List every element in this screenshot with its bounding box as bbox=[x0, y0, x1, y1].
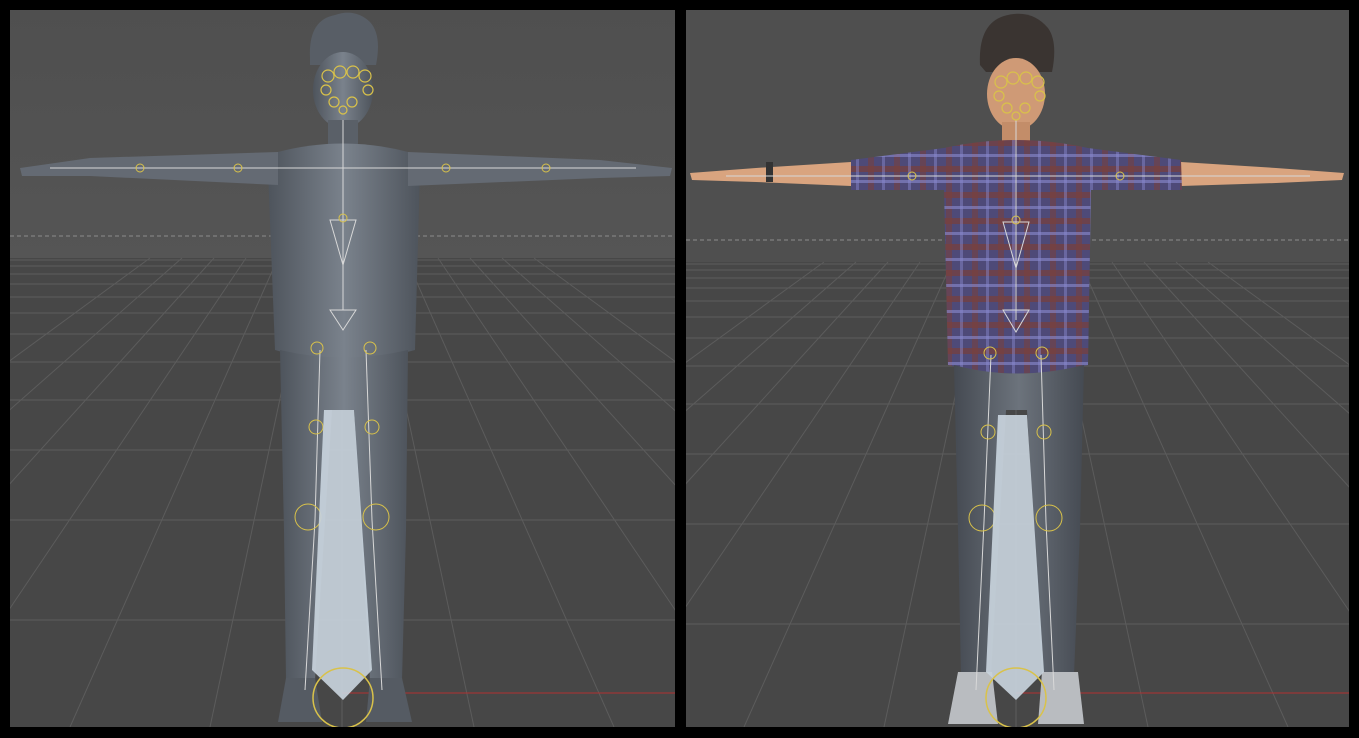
viewport-left-canvas[interactable] bbox=[10, 10, 675, 727]
wristwatch bbox=[766, 162, 773, 182]
viewport-right[interactable] bbox=[686, 10, 1349, 727]
head bbox=[987, 58, 1045, 130]
viewport-left[interactable] bbox=[10, 10, 675, 727]
right-shoe bbox=[1038, 672, 1084, 724]
shirt bbox=[268, 143, 420, 360]
head bbox=[313, 52, 373, 128]
viewport-right-canvas[interactable] bbox=[686, 10, 1349, 727]
